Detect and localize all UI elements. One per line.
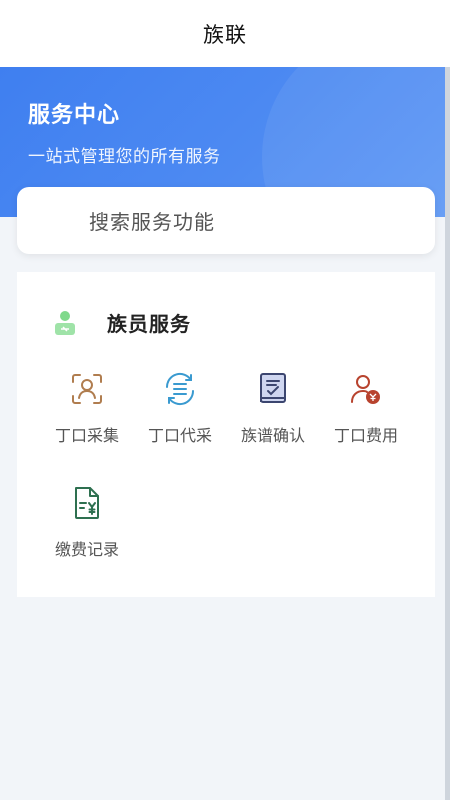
member-services-panel: 族员服务 丁口采集 丁口代采 族谱确认 丁口费用 缴费记录 [17, 272, 435, 597]
banner-title: 服务中心 [28, 103, 121, 128]
service-proxy-collection[interactable]: 丁口代采 [134, 364, 226, 454]
sync-list-icon [165, 372, 195, 406]
service-population-collection[interactable]: 丁口采集 [41, 364, 133, 454]
service-label: 丁口采集 [54, 426, 119, 445]
payment-doc-icon [75, 487, 99, 519]
search-input[interactable]: 搜索服务功能 [17, 187, 435, 254]
service-label: 丁口费用 [333, 426, 398, 445]
app-title: 族联 [203, 22, 247, 47]
search-placeholder: 搜索服务功能 [89, 210, 215, 234]
banner-subtitle: 一站式管理您的所有服务 [28, 147, 221, 167]
service-genealogy-confirm[interactable]: 族谱确认 [227, 364, 319, 454]
section-header: 族员服务 [53, 308, 191, 337]
section-title: 族员服务 [107, 312, 191, 336]
service-population-fee[interactable]: 丁口费用 [320, 364, 412, 454]
book-check-icon [260, 373, 286, 403]
face-scan-icon [72, 374, 102, 404]
service-label: 丁口代采 [147, 426, 212, 445]
app-header: 族联 [0, 0, 450, 67]
member-icon [55, 310, 75, 335]
service-label: 族谱确认 [240, 426, 305, 445]
scrollbar[interactable] [445, 67, 450, 800]
user-money-icon [351, 375, 380, 404]
service-payment-records[interactable]: 缴费记录 [41, 478, 133, 568]
service-label: 缴费记录 [54, 540, 119, 559]
